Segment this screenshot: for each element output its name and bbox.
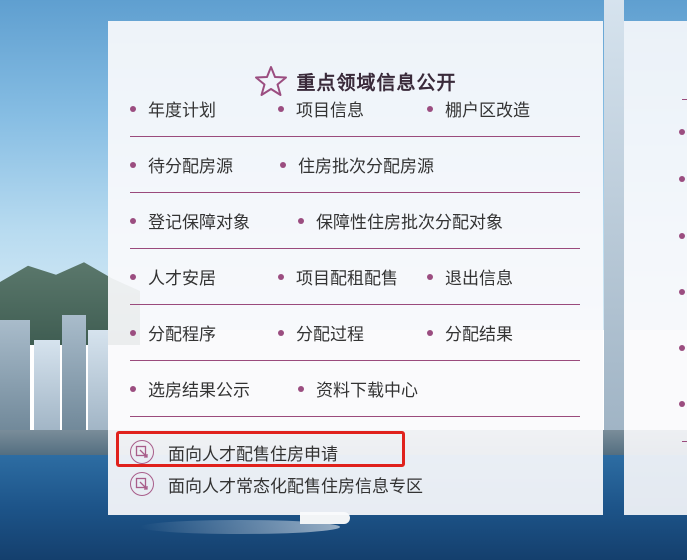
link-batch-allocation-beneficiaries[interactable]: 保障性住房批次分配对象 — [298, 193, 503, 248]
link-label: 分配结果 — [445, 325, 513, 345]
bullet-icon — [679, 129, 685, 135]
link-download-center[interactable]: 资料下载中心 — [298, 361, 418, 416]
link-row: 选房结果公示 资料下载中心 — [130, 361, 580, 417]
bullet-icon — [679, 233, 685, 239]
feature-label: 面向人才常态化配售住房信息专区 — [168, 476, 423, 497]
link-label: 资料下载中心 — [316, 381, 418, 401]
bullet-icon — [278, 105, 284, 112]
building — [0, 320, 30, 435]
bullet-icon — [679, 345, 685, 351]
link-label: 人才安居 — [148, 269, 216, 289]
link-label: 住房批次分配房源 — [298, 157, 434, 177]
adjacent-panel-partial — [624, 21, 687, 515]
link-allocation-process[interactable]: 分配过程 — [278, 305, 364, 360]
bullet-icon — [130, 217, 136, 224]
link-row: 待分配房源 住房批次分配房源 — [130, 137, 580, 193]
link-row: 登记保障对象 保障性住房批次分配对象 — [130, 193, 580, 249]
divider — [682, 441, 687, 442]
bullet-icon — [278, 329, 284, 336]
bullet-icon — [280, 161, 286, 168]
bullet-icon — [298, 385, 304, 392]
bullet-icon — [130, 329, 136, 336]
link-selection-result-notice[interactable]: 选房结果公示 — [130, 361, 250, 416]
building — [88, 330, 108, 435]
link-project-rent-sale[interactable]: 项目配租配售 — [278, 249, 398, 304]
link-allocation-result[interactable]: 分配结果 — [427, 305, 513, 360]
building — [34, 340, 60, 435]
bullet-icon — [679, 176, 685, 182]
link-label: 分配过程 — [296, 325, 364, 345]
link-label: 棚户区改造 — [445, 101, 530, 121]
link-label: 登记保障对象 — [148, 213, 250, 233]
link-label: 项目配租配售 — [296, 269, 398, 289]
bullet-icon — [130, 385, 136, 392]
talent-housing-info-zone-link[interactable]: 面向人才常态化配售住房信息专区 — [130, 469, 570, 499]
link-allocation-procedure[interactable]: 分配程序 — [130, 305, 216, 360]
link-label: 待分配房源 — [148, 157, 233, 177]
link-row: 人才安居 项目配租配售 退出信息 — [130, 249, 580, 305]
link-annual-plan[interactable]: 年度计划 — [130, 81, 216, 136]
link-registered-beneficiaries[interactable]: 登记保障对象 — [130, 193, 250, 248]
building — [62, 315, 86, 435]
bullet-icon — [427, 105, 433, 112]
link-talent-housing[interactable]: 人才安居 — [130, 249, 216, 304]
bullet-icon — [679, 401, 685, 407]
link-label: 分配程序 — [148, 325, 216, 345]
link-label: 选房结果公示 — [148, 381, 250, 401]
link-row: 分配程序 分配过程 分配结果 — [130, 305, 580, 361]
link-label: 项目信息 — [296, 101, 364, 121]
bullet-icon — [298, 217, 304, 224]
bullet-icon — [130, 273, 136, 280]
bullet-icon — [427, 329, 433, 336]
bullet-icon — [278, 273, 284, 280]
link-exit-info[interactable]: 退出信息 — [427, 249, 513, 304]
external-link-icon — [130, 472, 154, 496]
highlight-annotation-box — [116, 431, 405, 467]
bullet-icon — [427, 273, 433, 280]
link-row: 年度计划 项目信息 棚户区改造 — [130, 81, 580, 137]
bullet-icon — [679, 289, 685, 295]
link-housing-to-allocate[interactable]: 待分配房源 — [130, 137, 233, 192]
link-project-info[interactable]: 项目信息 — [278, 81, 364, 136]
bullet-icon — [130, 105, 136, 112]
link-batch-allocation-housing[interactable]: 住房批次分配房源 — [280, 137, 434, 192]
link-label: 保障性住房批次分配对象 — [316, 213, 503, 233]
link-label: 年度计划 — [148, 101, 216, 121]
link-shantytown-renovation[interactable]: 棚户区改造 — [427, 81, 530, 136]
tower — [604, 0, 624, 440]
bullet-icon — [130, 161, 136, 168]
link-label: 退出信息 — [445, 269, 513, 289]
divider — [682, 99, 687, 100]
